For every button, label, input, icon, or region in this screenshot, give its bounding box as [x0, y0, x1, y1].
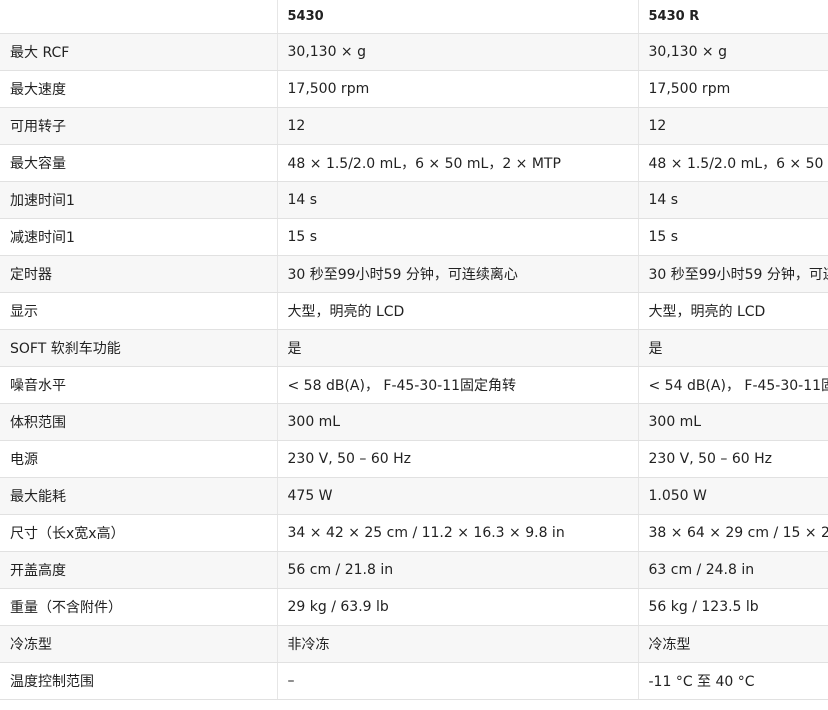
- spec-value-5430r: 38 × 64 × 29 cm / 15 × 25: [637, 514, 828, 552]
- table-row: 冷冻型 非冷冻 冷冻型: [0, 625, 828, 663]
- table-row: 加速时间1 14 s 14 s: [0, 181, 828, 219]
- spec-label: 显示: [0, 292, 277, 330]
- spec-value-5430r: 30,130 × g: [637, 33, 828, 71]
- spec-label: 定时器: [0, 255, 277, 293]
- spec-label: 尺寸（长x宽x高）: [0, 514, 277, 552]
- spec-value-5430r: 1.050 W: [637, 477, 828, 515]
- table-row: 尺寸（长x宽x高） 34 × 42 × 25 cm / 11.2 × 16.3 …: [0, 514, 828, 552]
- spec-value-5430r: 30 秒至99小时59 分钟，可连续离心: [637, 255, 828, 293]
- spec-value-5430r: 63 cm / 24.8 in: [637, 551, 828, 589]
- spec-value-5430: 300 mL: [276, 403, 638, 441]
- spec-value-5430r: 冷冻型: [637, 625, 828, 663]
- table-row: 定时器 30 秒至99小时59 分钟，可连续离心 30 秒至99小时59 分钟，…: [0, 255, 828, 293]
- spec-table-container: 5430 5430 R 最大 RCF 30,130 × g 30,130 × g…: [0, 0, 828, 710]
- spec-label: 减速时间1: [0, 218, 277, 256]
- header-model-5430: 5430: [276, 0, 638, 34]
- table-row: 电源 230 V, 50 – 60 Hz 230 V, 50 – 60 Hz: [0, 440, 828, 478]
- spec-value-5430: 14 s: [276, 181, 638, 219]
- table-row: 重量（不含附件） 29 kg / 63.9 lb 56 kg / 123.5 l…: [0, 588, 828, 626]
- spec-label: 最大 RCF: [0, 33, 277, 71]
- spec-label: SOFT 软刹车功能: [0, 329, 277, 367]
- spec-label: 重量（不含附件）: [0, 588, 277, 626]
- spec-value-5430: 230 V, 50 – 60 Hz: [276, 440, 638, 478]
- spec-value-5430: < 58 dB(A)， F-45-30-11固定角转: [276, 366, 638, 404]
- table-row: 减速时间1 15 s 15 s: [0, 218, 828, 256]
- table-row: 开盖高度 56 cm / 21.8 in 63 cm / 24.8 in: [0, 551, 828, 589]
- spec-value-5430r: 14 s: [637, 181, 828, 219]
- spec-label: 温度控制范围: [0, 662, 277, 700]
- table-row: 可用转子 12 12: [0, 107, 828, 145]
- spec-value-5430: 12: [276, 107, 638, 145]
- table-row: 最大能耗 475 W 1.050 W: [0, 477, 828, 515]
- spec-value-5430: 29 kg / 63.9 lb: [276, 588, 638, 626]
- spec-value-5430: 475 W: [276, 477, 638, 515]
- spec-value-5430: 30,130 × g: [276, 33, 638, 71]
- spec-value-5430r: 56 kg / 123.5 lb: [637, 588, 828, 626]
- spec-table: 5430 5430 R 最大 RCF 30,130 × g 30,130 × g…: [0, 0, 828, 700]
- spec-value-5430r: 15 s: [637, 218, 828, 256]
- spec-label: 可用转子: [0, 107, 277, 145]
- spec-value-5430r: 17,500 rpm: [637, 70, 828, 108]
- spec-label: 噪音水平: [0, 366, 277, 404]
- table-row: SOFT 软刹车功能 是 是: [0, 329, 828, 367]
- table-row: 最大速度 17,500 rpm 17,500 rpm: [0, 70, 828, 108]
- spec-label: 冷冻型: [0, 625, 277, 663]
- spec-value-5430: 48 × 1.5/2.0 mL，6 × 50 mL，2 × MTP: [276, 144, 638, 182]
- spec-value-5430: –: [276, 662, 638, 700]
- table-row: 最大 RCF 30,130 × g 30,130 × g: [0, 33, 828, 71]
- spec-value-5430r: 12: [637, 107, 828, 145]
- spec-value-5430: 大型，明亮的 LCD: [276, 292, 638, 330]
- spec-label: 最大速度: [0, 70, 277, 108]
- spec-value-5430: 56 cm / 21.8 in: [276, 551, 638, 589]
- spec-value-5430: 非冷冻: [276, 625, 638, 663]
- table-row: 温度控制范围 – -11 °C 至 40 °C: [0, 662, 828, 700]
- header-spec-label: [0, 0, 277, 34]
- spec-value-5430r: -11 °C 至 40 °C: [637, 662, 828, 700]
- spec-label: 最大容量: [0, 144, 277, 182]
- table-row: 显示 大型，明亮的 LCD 大型，明亮的 LCD: [0, 292, 828, 330]
- spec-value-5430: 17,500 rpm: [276, 70, 638, 108]
- spec-value-5430: 15 s: [276, 218, 638, 256]
- spec-label: 体积范围: [0, 403, 277, 441]
- spec-label: 加速时间1: [0, 181, 277, 219]
- spec-value-5430r: 大型，明亮的 LCD: [637, 292, 828, 330]
- table-header-row: 5430 5430 R: [0, 0, 828, 34]
- spec-value-5430r: < 54 dB(A)， F-45-30-11固定角转: [637, 366, 828, 404]
- spec-value-5430: 是: [276, 329, 638, 367]
- header-model-5430r: 5430 R: [637, 0, 828, 34]
- spec-value-5430r: 230 V, 50 – 60 Hz: [637, 440, 828, 478]
- spec-label: 开盖高度: [0, 551, 277, 589]
- spec-label: 电源: [0, 440, 277, 478]
- spec-value-5430r: 300 mL: [637, 403, 828, 441]
- spec-value-5430: 30 秒至99小时59 分钟，可连续离心: [276, 255, 638, 293]
- spec-value-5430r: 是: [637, 329, 828, 367]
- spec-value-5430r: 48 × 1.5/2.0 mL，6 × 50 mL，2 × MTP: [637, 144, 828, 182]
- spec-label: 最大能耗: [0, 477, 277, 515]
- table-row: 体积范围 300 mL 300 mL: [0, 403, 828, 441]
- spec-value-5430: 34 × 42 × 25 cm / 11.2 × 16.3 × 9.8 in: [276, 514, 638, 552]
- table-row: 最大容量 48 × 1.5/2.0 mL，6 × 50 mL，2 × MTP 4…: [0, 144, 828, 182]
- table-row: 噪音水平 < 58 dB(A)， F-45-30-11固定角转 < 54 dB(…: [0, 366, 828, 404]
